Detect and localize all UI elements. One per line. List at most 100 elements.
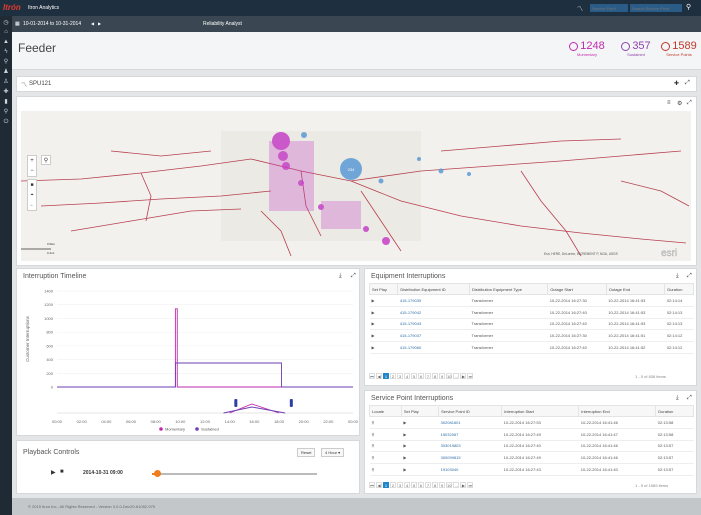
page-button[interactable]: 10 [446, 373, 453, 379]
equipment-cell[interactable]: 415-179043 [397, 318, 470, 331]
equipment-cell[interactable]: 415-179035 [397, 294, 470, 307]
more-pages-icon[interactable]: … [453, 482, 460, 488]
speed-select[interactable]: 4 Hour ▾ [321, 448, 345, 457]
page-button[interactable]: 7 [425, 482, 431, 488]
service-col-header[interactable]: Locate [369, 405, 402, 417]
nav-clock-icon[interactable]: ◷ [3, 20, 9, 26]
equipment-col-header[interactable]: Set Play [368, 283, 399, 295]
locate-icon[interactable]: ⚲ [369, 440, 402, 453]
timeline-expand-icon[interactable]: ⤢ [351, 273, 356, 280]
play-row-icon[interactable]: ▶ [369, 329, 398, 343]
page-button[interactable]: 9 [439, 482, 445, 488]
back-icon[interactable]: ← [28, 200, 36, 210]
locate-icon[interactable]: ⌖ [28, 190, 36, 200]
nav-power-icon[interactable]: ⏻ [3, 119, 9, 125]
play-row-icon[interactable]: ▶ [401, 440, 439, 453]
play-icon[interactable]: ▶ [51, 469, 56, 476]
navigator-handle-right[interactable] [289, 399, 293, 407]
equipment-cell[interactable]: 415-179060 [397, 341, 470, 354]
service-cell[interactable]: 19103040 [438, 463, 502, 476]
nav-bolt-icon[interactable]: ϟ [3, 49, 9, 55]
service-col-header[interactable]: Service Point ID [438, 405, 503, 417]
first-page-icon[interactable]: ⏮ [369, 373, 375, 379]
page-button[interactable]: 3 [397, 373, 403, 379]
service-col-header[interactable]: Duration [655, 405, 694, 417]
table-row[interactable]: ▶ 415-179043 Transformer 10-22-2014 16:27:4… [369, 318, 694, 331]
nav-tools-icon[interactable]: ✚ [3, 89, 9, 95]
service-point-select[interactable] [590, 4, 628, 12]
page-button[interactable]: 5 [411, 482, 417, 488]
playback-slider-thumb[interactable] [153, 470, 161, 477]
page-button[interactable]: 1 [383, 373, 389, 379]
map-canvas[interactable]: 234 0.5km 0.4mi Esri, HERE, DeLorme, INC… [21, 111, 691, 261]
nav-users-icon[interactable]: ♙ [3, 79, 9, 85]
page-button[interactable]: 2 [390, 373, 396, 379]
table-row[interactable]: ▶ 415-179035 Transformer 10-22-2014 16:27:3… [369, 294, 694, 307]
play-row-icon[interactable]: ▶ [401, 451, 439, 465]
service-cell[interactable]: 15032067 [438, 428, 502, 441]
play-row-icon[interactable]: ▶ [401, 428, 439, 441]
timeline-download-icon[interactable]: ⤓ [339, 273, 342, 280]
page-button[interactable]: 4 [404, 482, 410, 488]
equipment-cell[interactable]: 415-179042 [397, 306, 470, 319]
first-page-icon[interactable]: ⏮ [369, 482, 375, 488]
service-cell[interactable]: 300099815 [438, 451, 502, 465]
page-button[interactable]: 8 [432, 482, 438, 488]
equipment-col-header[interactable]: Distribution Equipment ID [397, 283, 470, 295]
page-button[interactable]: 3 [397, 482, 403, 488]
last-page-icon[interactable]: ⏭ [467, 373, 474, 379]
page-button[interactable]: 9 [439, 373, 445, 379]
service-cell[interactable]: 303019803 [438, 440, 502, 453]
locate-icon[interactable]: ⚲ [369, 463, 402, 476]
next-page-icon[interactable]: ▶ [460, 373, 467, 379]
equipment-col-header[interactable]: Outage Start [547, 283, 607, 295]
table-row[interactable]: ▶ 415-179037 Transformer 10-22-2014 16:27:3… [369, 329, 694, 343]
next-page-icon[interactable]: ▶ [460, 482, 467, 488]
page-button[interactable]: 6 [418, 482, 424, 488]
map-search-button[interactable]: ⚲ [41, 155, 51, 165]
nav-chart-icon[interactable]: ▮ [3, 99, 9, 105]
next-date-icon[interactable]: ▶ [98, 21, 101, 26]
feeder-name[interactable]: SPU121 [29, 81, 51, 87]
prev-date-icon[interactable]: ◀ [91, 21, 94, 26]
nav-search-icon[interactable]: ⚲ [3, 109, 9, 115]
locate-icon[interactable]: ⚲ [369, 451, 402, 465]
equipment-expand-icon[interactable]: ⤢ [687, 273, 692, 280]
service-col-header[interactable]: Interruption End [578, 405, 657, 417]
table-row[interactable]: ▶ 415-179042 Transformer 10-22-2014 16:27:4… [369, 306, 694, 319]
play-row-icon[interactable]: ▶ [369, 294, 398, 307]
zoom-in-icon[interactable]: + [28, 156, 36, 166]
service-expand-icon[interactable]: ⤢ [687, 395, 692, 402]
navigator-handle-left[interactable] [234, 399, 238, 407]
nav-user-icon[interactable]: ♟ [3, 69, 9, 75]
play-row-icon[interactable]: ▶ [401, 416, 439, 429]
settings-icon[interactable]: ⚙ [677, 100, 682, 107]
service-download-icon[interactable]: ⤓ [676, 395, 679, 402]
expand-icon[interactable]: ⤢ [685, 80, 690, 87]
play-row-icon[interactable]: ▶ [369, 318, 398, 331]
nav-home-icon[interactable]: ⌂ [3, 29, 9, 35]
search-icon[interactable]: ⚲ [686, 3, 691, 11]
service-col-header[interactable]: Set Play [400, 405, 440, 417]
page-button[interactable]: 8 [432, 373, 438, 379]
playback-slider-track[interactable] [152, 473, 317, 475]
locate-icon[interactable]: ⚲ [369, 428, 402, 441]
last-page-icon[interactable]: ⏭ [467, 482, 474, 488]
date-range[interactable]: 10-01-2014 to 10-31-2014 [23, 21, 81, 27]
equipment-col-header[interactable]: Outage End [605, 283, 666, 295]
play-row-icon[interactable]: ▶ [401, 463, 439, 476]
equipment-download-icon[interactable]: ⤓ [676, 273, 679, 280]
layers-icon[interactable]: ≡ [667, 100, 671, 106]
map-expand-icon[interactable]: ⤢ [687, 100, 692, 107]
nav-alert-icon[interactable]: ▲ [3, 39, 9, 45]
page-button[interactable]: 1 [383, 482, 389, 488]
analytics-icon[interactable]: 〽 [577, 4, 583, 13]
more-pages-icon[interactable]: … [453, 373, 460, 379]
legend-momentary[interactable]: Momentary [165, 427, 185, 432]
table-row[interactable]: ⚲ ▶ 303019803 10-22-2014 16:27:40 10-22-2014… [369, 440, 694, 453]
locate-icon[interactable]: ⚲ [369, 416, 402, 429]
prev-page-icon[interactable]: ◀ [376, 373, 382, 379]
play-row-icon[interactable]: ▶ [369, 306, 398, 319]
service-point-search[interactable] [630, 4, 682, 12]
home-extent-icon[interactable]: ■ [28, 180, 36, 190]
